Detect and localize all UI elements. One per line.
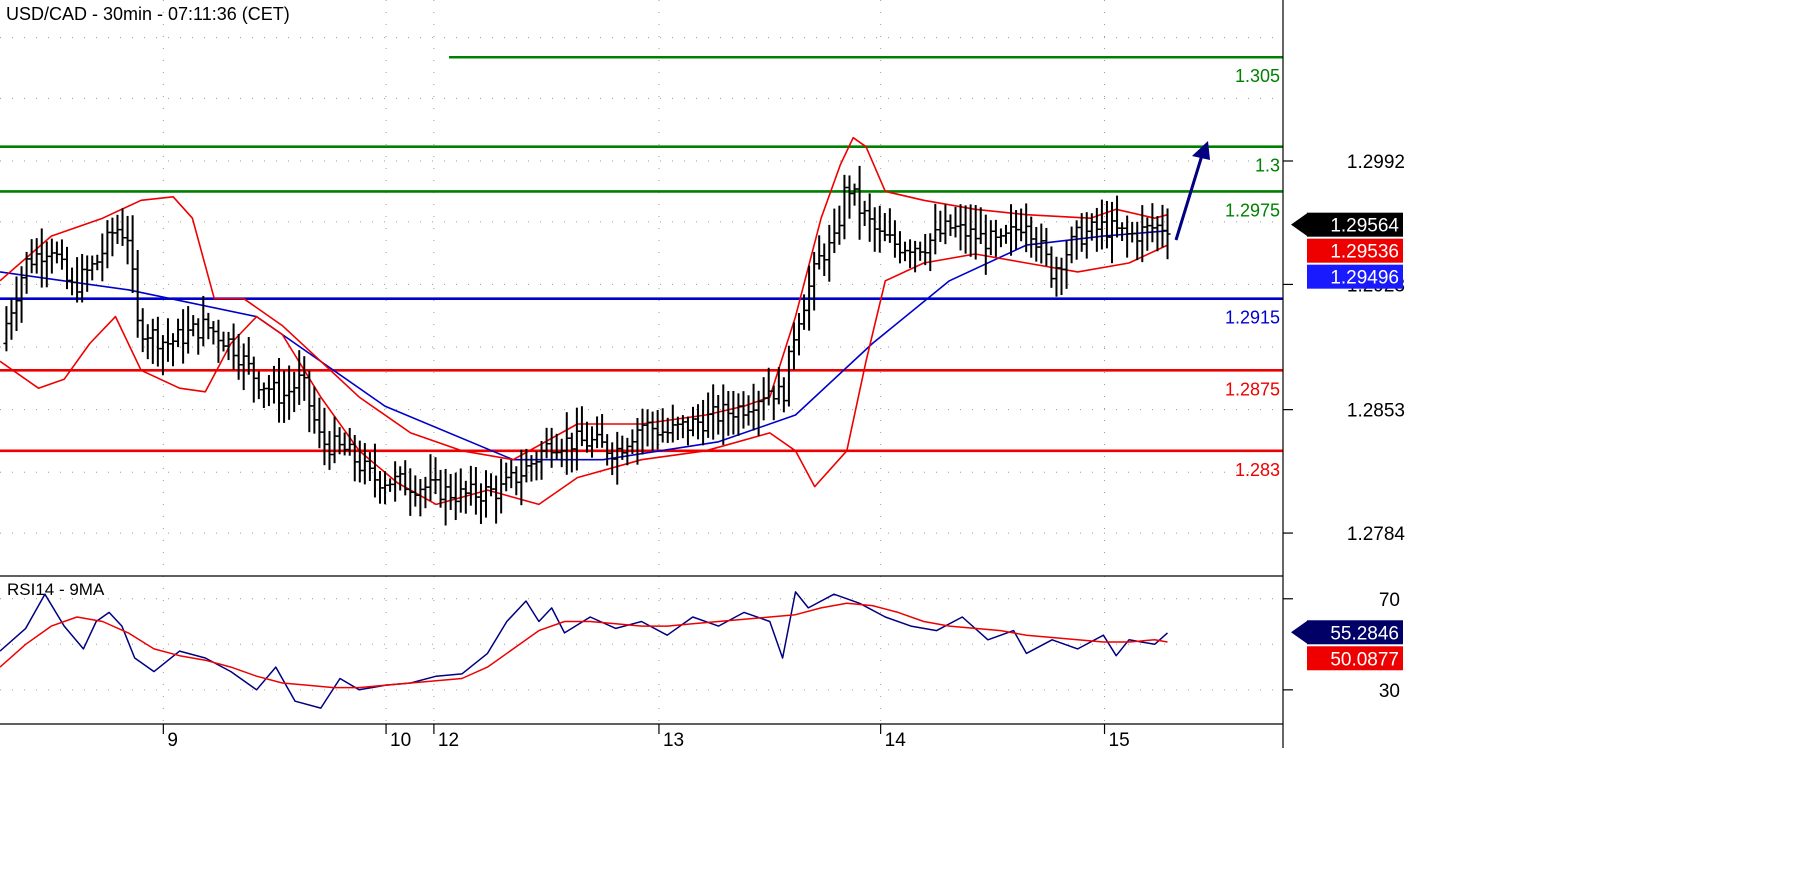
price-tag: 1.29496: [1307, 264, 1403, 289]
usdcad-chart: 1.305 1.3 1.2975 1.2915 1.2875 1.283 1.2992 1.…: [0, 0, 1800, 874]
chart-title: USD/CAD - 30min - 07:11:36 (CET): [6, 4, 290, 24]
x-tick-label: 9: [167, 730, 178, 751]
level-label: 1.283: [1235, 460, 1280, 480]
x-tick-label: 13: [663, 730, 684, 751]
tag-value: 1.29496: [1330, 268, 1399, 289]
tag-value: 55.2846: [1330, 623, 1399, 644]
y-tick-label: 70: [1379, 590, 1400, 611]
price-tag: 1.29564: [1291, 212, 1403, 237]
rsi-title: RSI14 - 9MA: [7, 580, 105, 599]
level-label: 1.3: [1255, 156, 1280, 176]
y-tick-label: 1.2784: [1347, 524, 1406, 545]
level-label: 1.2975: [1225, 200, 1280, 220]
price-tag: 50.0877: [1307, 646, 1403, 671]
y-tick-label: 1.2853: [1347, 401, 1405, 422]
level-label: 1.305: [1235, 66, 1280, 86]
x-tick-label: 14: [885, 730, 907, 751]
tag-value: 1.29564: [1330, 216, 1399, 237]
tag-value: 1.29536: [1330, 242, 1399, 263]
tag-value: 50.0877: [1330, 649, 1399, 670]
price-tag: 1.29536: [1307, 238, 1403, 263]
x-tick-label: 15: [1109, 730, 1130, 751]
level-label: 1.2875: [1225, 379, 1280, 399]
price-tags: 1.29564 1.29536 1.29496: [1291, 212, 1403, 289]
x-tick-label: 10: [390, 730, 411, 751]
x-tick-label: 12: [438, 730, 459, 751]
price-tag: 55.2846: [1291, 620, 1403, 645]
level-label: 1.2915: [1225, 308, 1280, 328]
y-tick-label: 1.2992: [1347, 152, 1405, 173]
y-tick-label: 30: [1379, 681, 1400, 702]
